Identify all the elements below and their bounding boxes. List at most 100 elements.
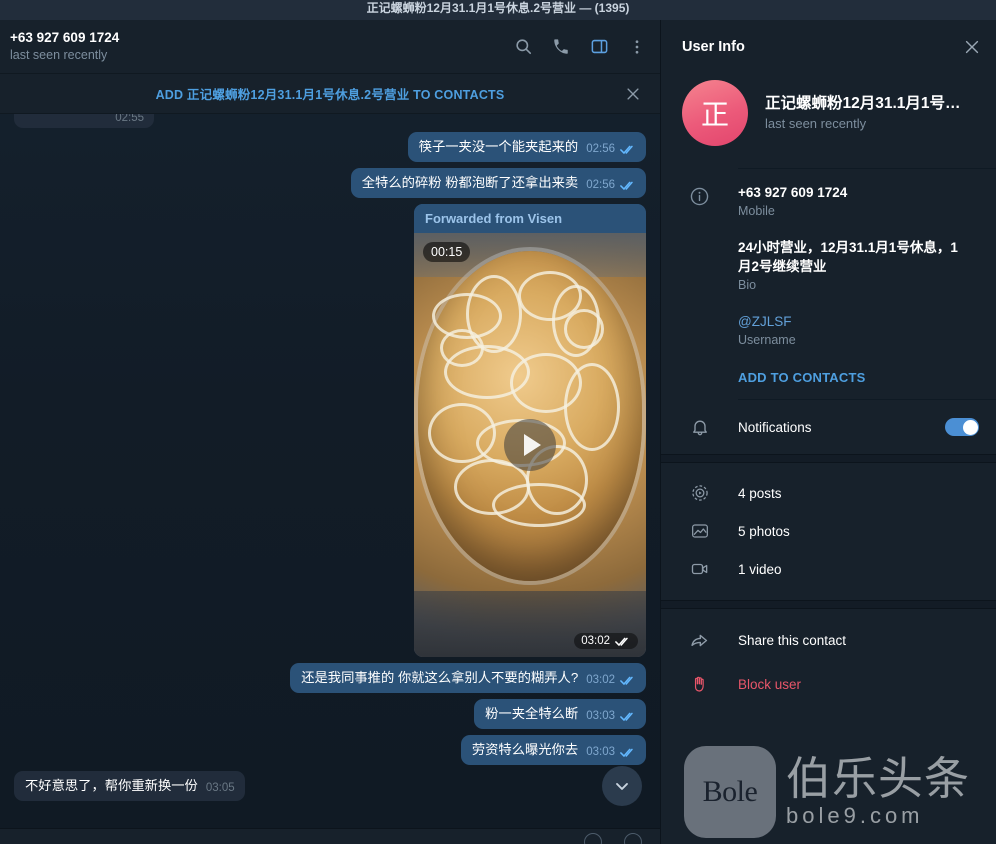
media-row-photos[interactable]: 5 photos bbox=[661, 512, 996, 550]
message-text: 还是我同事推的 你就这么拿别人不要的糊弄人? bbox=[301, 670, 579, 685]
message-bubble[interactable]: 不好意思了，帮你重新换一份 03:05 bbox=[14, 771, 245, 801]
read-ticks-icon bbox=[620, 675, 636, 686]
close-icon[interactable] bbox=[624, 85, 642, 103]
watermark-badge-text: Bole bbox=[702, 775, 758, 808]
chat-peer-status: last seen recently bbox=[10, 48, 108, 62]
message-text: 筷子一夹没一个能夹起来的 bbox=[418, 139, 579, 154]
username-value[interactable]: @ZJLSF bbox=[738, 312, 960, 331]
user-info-header: User Info bbox=[661, 20, 996, 74]
search-icon[interactable] bbox=[512, 36, 534, 58]
telegram-window: 正记螺蛳粉12月31.1月1号休息.2号营业 — (1395) +63 927 … bbox=[0, 0, 996, 844]
message-bubble: 02:55 bbox=[14, 114, 154, 128]
share-contact-row[interactable]: Share this contact bbox=[661, 618, 996, 662]
message-row: 全特么的碎粉 粉都泡断了还拿出来卖 02:56 bbox=[14, 168, 646, 198]
chat-peer-name: +63 927 609 1724 bbox=[10, 30, 120, 45]
bio-value: 24小时营业，12月31.1月1号休息，1月2号继续营业 bbox=[738, 240, 958, 274]
bio-icon-spacer bbox=[661, 238, 738, 295]
media-row-posts[interactable]: 4 posts bbox=[661, 474, 996, 512]
video-thumbnail: 00:15 03:02 bbox=[414, 233, 646, 657]
message-bubble[interactable]: 筷子一夹没一个能夹起来的 02:56 bbox=[407, 132, 646, 162]
message-meta: 03:03 bbox=[586, 746, 636, 759]
read-ticks-icon bbox=[620, 180, 636, 191]
message-bubble[interactable]: 全特么的碎粉 粉都泡断了还拿出来卖 02:56 bbox=[350, 168, 646, 198]
message-time: 02:56 bbox=[586, 143, 615, 155]
section-gap bbox=[661, 454, 996, 463]
username-row[interactable]: @ZJLSF Username bbox=[661, 312, 978, 350]
message-row: 不好意思了，帮你重新换一份 03:05 bbox=[14, 771, 646, 801]
message-time: 02:55 bbox=[115, 114, 144, 124]
attach-icon[interactable] bbox=[624, 833, 642, 844]
bio-row[interactable]: 24小时营业，12月31.1月1号休息，1月2号继续营业 Bio bbox=[661, 238, 978, 295]
read-ticks-icon bbox=[615, 636, 631, 647]
avatar[interactable]: 正 bbox=[682, 80, 748, 146]
read-ticks-icon bbox=[620, 711, 636, 722]
media-label: 1 video bbox=[738, 561, 782, 577]
message-composer[interactable] bbox=[0, 828, 660, 844]
message-time: 03:03 bbox=[586, 746, 615, 758]
message-bubble[interactable]: 还是我同事推的 你就这么拿别人不要的糊弄人? 03:02 bbox=[290, 663, 646, 693]
photos-icon bbox=[661, 521, 738, 541]
share-icon bbox=[661, 630, 738, 651]
message-row: 粉一夹全特么断 03:03 bbox=[14, 699, 646, 729]
video-icon bbox=[661, 559, 738, 579]
call-icon[interactable] bbox=[550, 36, 572, 58]
scroll-to-bottom-button[interactable] bbox=[602, 766, 642, 806]
emoji-icon[interactable] bbox=[584, 833, 602, 844]
add-to-contacts-button[interactable]: ADD TO CONTACTS bbox=[738, 368, 960, 385]
posts-icon bbox=[661, 483, 738, 503]
message-meta: 03:05 bbox=[206, 782, 235, 795]
message-meta: 03:02 bbox=[574, 633, 638, 649]
info-circle-icon bbox=[661, 183, 738, 221]
more-options-icon[interactable] bbox=[626, 36, 648, 58]
message-time: 03:05 bbox=[205, 782, 235, 794]
bell-icon bbox=[661, 417, 738, 437]
message-bubble[interactable]: 粉一夹全特么断 03:03 bbox=[474, 699, 646, 729]
contact-details-section: +63 927 609 1724 Mobile 24小时营业，12月31.1月1… bbox=[661, 169, 996, 399]
profile-summary[interactable]: 正 正记螺蛳粉12月31.1月1号… last seen recently bbox=[661, 74, 996, 168]
main-body: +63 927 609 1724 last seen recently ADD … bbox=[0, 20, 996, 844]
avatar-initial: 正 bbox=[700, 99, 729, 130]
close-icon[interactable] bbox=[962, 37, 982, 57]
block-user-row[interactable]: Block user bbox=[661, 662, 996, 706]
watermark-text: 伯乐头条 bole9.com bbox=[786, 755, 970, 829]
chat-column: +63 927 609 1724 last seen recently ADD … bbox=[0, 20, 660, 844]
chat-peer-info[interactable]: +63 927 609 1724 last seen recently bbox=[10, 29, 512, 64]
message-row: 筷子一夹没一个能夹起来的 02:56 bbox=[14, 132, 646, 162]
chat-header-actions bbox=[512, 36, 648, 58]
clipped-message: 02:55 bbox=[14, 114, 646, 128]
read-ticks-icon bbox=[620, 747, 636, 758]
message-text: 全特么的碎粉 粉都泡断了还拿出来卖 bbox=[361, 175, 579, 190]
message-time: 03:02 bbox=[586, 674, 615, 686]
watermark-badge: Bole bbox=[684, 746, 776, 838]
watermark: Bole 伯乐头条 bole9.com bbox=[670, 740, 996, 844]
info-panel-toggle-icon[interactable] bbox=[588, 36, 610, 58]
shared-media-section: 4 posts 5 photos 1 video bbox=[661, 463, 996, 600]
username-label: Username bbox=[738, 333, 796, 347]
toggle-knob bbox=[962, 419, 978, 435]
phone-row[interactable]: +63 927 609 1724 Mobile bbox=[661, 183, 978, 221]
video-duration-badge: 00:15 bbox=[423, 242, 471, 262]
add-to-contacts-bar: ADD 正记螺蛳粉12月31.1月1号休息.2号营业 TO CONTACTS bbox=[0, 74, 660, 114]
user-info-panel: User Info 正 正记螺蛳粉12月31.1月1号… last seen r… bbox=[660, 20, 996, 844]
message-bubble[interactable]: 劳资特么曝光你去 03:03 bbox=[460, 735, 646, 765]
media-row-video[interactable]: 1 video bbox=[661, 550, 996, 588]
bio-body: 24小时营业，12月31.1月1号休息，1月2号继续营业 Bio bbox=[738, 238, 960, 295]
watermark-cn: 伯乐头条 bbox=[786, 753, 971, 804]
add-to-contacts-row[interactable]: ADD TO CONTACTS bbox=[661, 368, 978, 385]
video-message[interactable]: Forwarded from Visen 00:15 03:02 bbox=[414, 204, 646, 657]
block-user-label: Block user bbox=[738, 676, 802, 692]
chat-header: +63 927 609 1724 last seen recently bbox=[0, 20, 660, 74]
share-contact-label: Share this contact bbox=[738, 632, 847, 648]
message-meta: 03:02 bbox=[586, 674, 636, 687]
message-time: 02:56 bbox=[586, 179, 615, 191]
notifications-section: Notifications bbox=[661, 400, 996, 454]
phone-label: Mobile bbox=[738, 204, 775, 218]
notifications-toggle[interactable] bbox=[945, 418, 979, 436]
message-list[interactable]: 02:55 筷子一夹没一个能夹起来的 02:56 全特么的碎粉 粉都泡断了还拿出… bbox=[0, 114, 660, 828]
section-gap bbox=[661, 600, 996, 609]
add-to-contacts-bar-label[interactable]: ADD 正记螺蛳粉12月31.1月1号休息.2号营业 TO CONTACTS bbox=[156, 84, 505, 103]
profile-name: 正记螺蛳粉12月31.1月1号… bbox=[765, 94, 961, 112]
message-meta: 02:56 bbox=[586, 179, 636, 192]
notifications-row[interactable]: Notifications bbox=[661, 404, 996, 450]
play-icon[interactable] bbox=[504, 419, 556, 471]
